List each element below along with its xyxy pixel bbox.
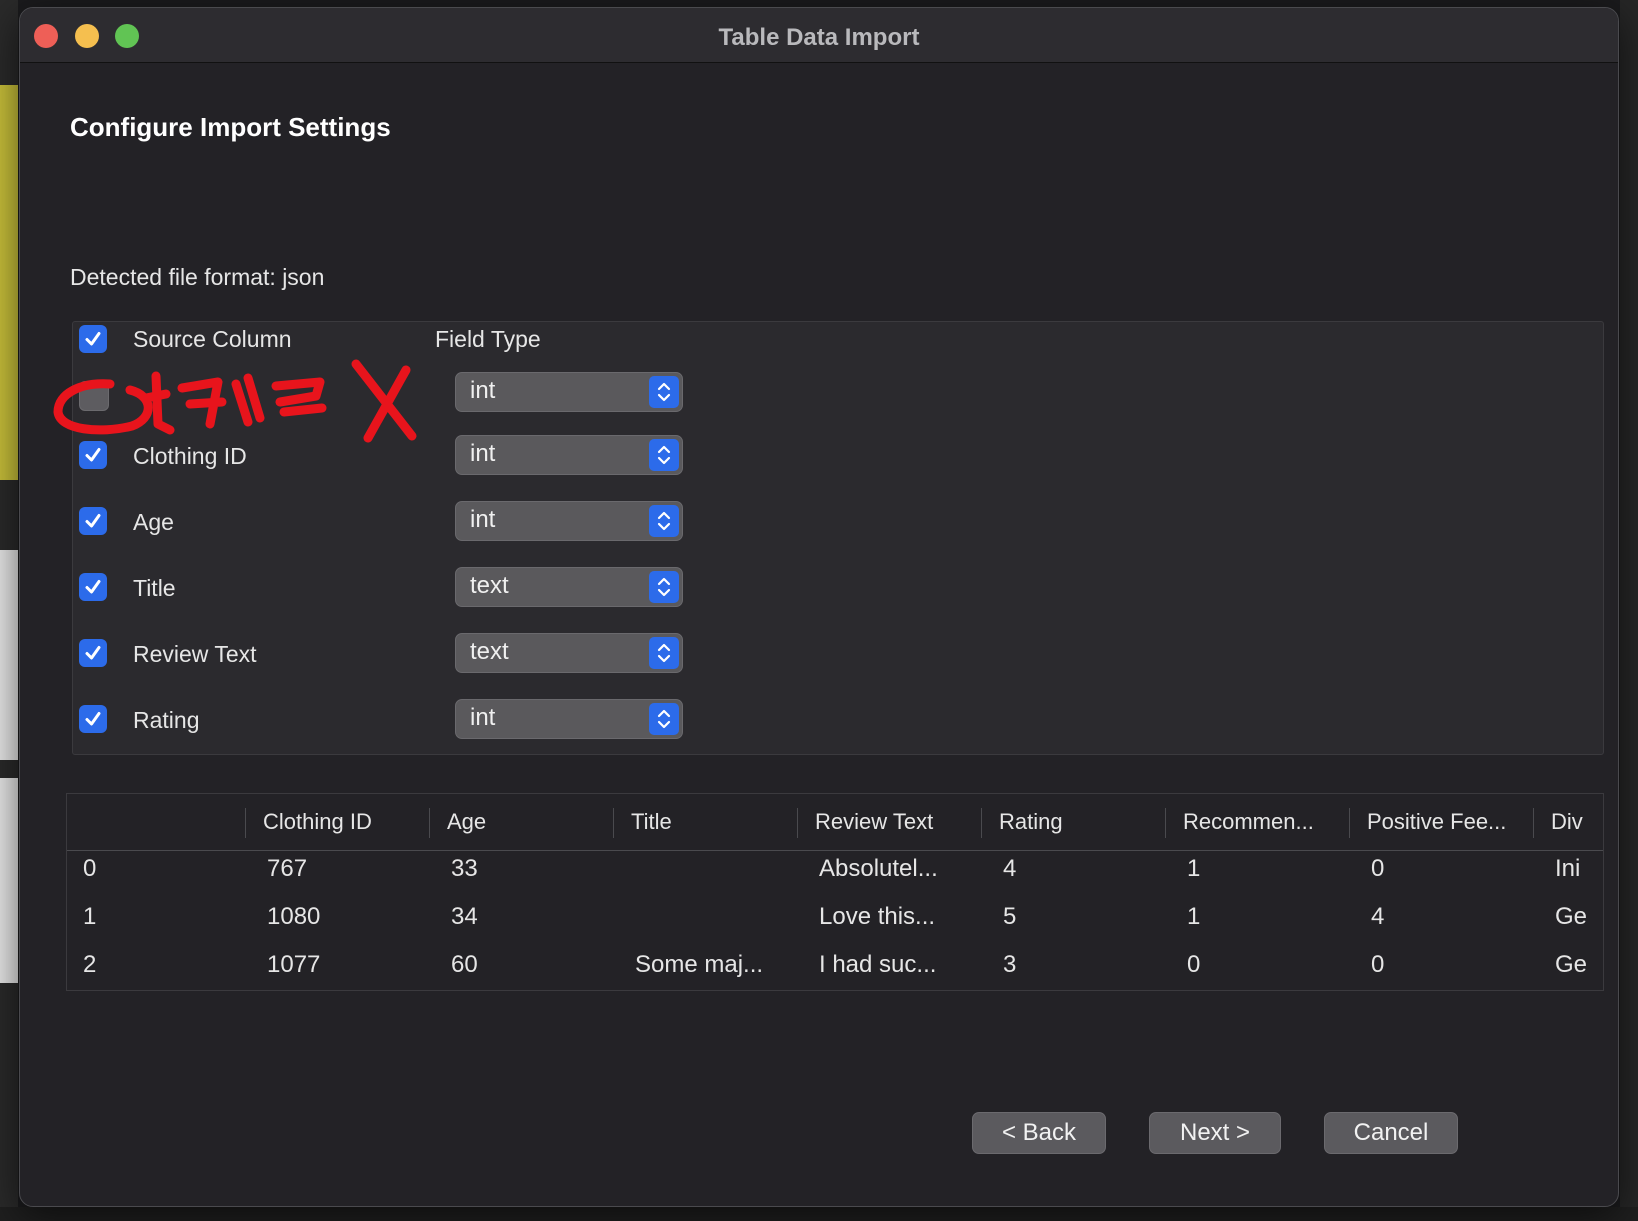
header-divider bbox=[67, 850, 1603, 851]
table-cell: 0 bbox=[1371, 951, 1385, 978]
table-cell: 60 bbox=[451, 951, 478, 978]
column-header[interactable] bbox=[79, 794, 229, 850]
cancel-button[interactable]: Cancel bbox=[1324, 1112, 1458, 1154]
field-type-header: Field Type bbox=[435, 326, 541, 352]
table-cell: 34 bbox=[451, 903, 478, 930]
field-checkbox[interactable] bbox=[79, 573, 107, 601]
back-button[interactable]: < Back bbox=[972, 1112, 1106, 1154]
field-type-value: int bbox=[470, 506, 496, 533]
column-separator bbox=[245, 808, 246, 838]
table-cell: 0 bbox=[1371, 855, 1385, 882]
next-button[interactable]: Next > bbox=[1149, 1112, 1281, 1154]
field-type-select[interactable]: int bbox=[455, 435, 683, 475]
table-cell: 0 bbox=[83, 855, 97, 882]
column-separator bbox=[981, 808, 982, 838]
import-dialog-window: Table Data Import Configure Import Setti… bbox=[19, 7, 1619, 1207]
chevron-updown-icon bbox=[649, 376, 679, 408]
background-app bbox=[0, 1207, 1638, 1221]
chevron-updown-icon bbox=[649, 571, 679, 603]
chevron-updown-icon bbox=[649, 637, 679, 669]
table-cell: 767 bbox=[267, 855, 308, 882]
column-separator bbox=[613, 808, 614, 838]
table-cell: 4 bbox=[1371, 903, 1385, 930]
background-panel bbox=[0, 550, 18, 760]
field-type-select[interactable]: text bbox=[455, 633, 683, 673]
field-label: Title bbox=[133, 575, 176, 601]
field-row: Age int bbox=[73, 501, 1603, 561]
table-cell: 5 bbox=[1003, 903, 1017, 930]
table-cell: 1 bbox=[83, 903, 97, 930]
table-cell: 1077 bbox=[267, 951, 321, 978]
window-title: Table Data Import bbox=[718, 24, 920, 51]
column-header[interactable]: Recommen... bbox=[1183, 794, 1343, 850]
checkmark-icon bbox=[85, 514, 101, 528]
column-header[interactable]: Positive Fee... bbox=[1367, 794, 1532, 850]
field-type-value: int bbox=[470, 377, 496, 404]
field-type-value: text bbox=[470, 572, 509, 599]
checkmark-icon bbox=[85, 580, 101, 594]
detected-format-label: Detected file format: json bbox=[70, 264, 325, 290]
background-panel bbox=[0, 85, 18, 480]
checkmark-icon bbox=[85, 646, 101, 660]
table-cell: 2 bbox=[83, 951, 97, 978]
column-header[interactable]: Title bbox=[631, 794, 791, 850]
background-app bbox=[1620, 0, 1638, 1221]
field-row: Title text bbox=[73, 567, 1603, 627]
select-all-checkbox[interactable] bbox=[79, 325, 107, 353]
table-cell: Love this... bbox=[819, 903, 936, 930]
field-type-value: int bbox=[470, 440, 496, 467]
table-cell: 4 bbox=[1003, 855, 1017, 882]
column-separator bbox=[1349, 808, 1350, 838]
background-panel bbox=[0, 778, 18, 983]
column-separator bbox=[797, 808, 798, 838]
table-cell: 1 bbox=[1187, 903, 1201, 930]
table-cell: 33 bbox=[451, 855, 478, 882]
field-checkbox[interactable] bbox=[79, 639, 107, 667]
chevron-updown-icon bbox=[649, 703, 679, 735]
column-separator bbox=[1165, 808, 1166, 838]
column-header[interactable]: Age bbox=[447, 794, 607, 850]
table-cell: 1 bbox=[1187, 855, 1201, 882]
column-separator bbox=[429, 808, 430, 838]
field-checkbox[interactable] bbox=[79, 507, 107, 535]
checkmark-icon bbox=[85, 332, 101, 346]
table-cell: Ini bbox=[1555, 855, 1581, 882]
column-header[interactable]: Rating bbox=[999, 794, 1159, 850]
table-cell: Ge bbox=[1555, 903, 1588, 930]
field-type-select[interactable]: int bbox=[455, 501, 683, 541]
field-row: Rating int bbox=[73, 699, 1603, 759]
field-type-select[interactable]: text bbox=[455, 567, 683, 607]
chevron-updown-icon bbox=[649, 505, 679, 537]
column-header[interactable]: Clothing ID bbox=[263, 794, 423, 850]
preview-table: Clothing ID Age Title Review Text Rating… bbox=[66, 793, 1604, 991]
checkmark-icon bbox=[85, 712, 101, 726]
table-cell: Absolutel... bbox=[819, 855, 938, 882]
field-type-value: text bbox=[470, 638, 509, 665]
field-type-select[interactable]: int bbox=[455, 372, 683, 412]
page-heading: Configure Import Settings bbox=[70, 112, 391, 142]
table-cell: I had suc... bbox=[819, 951, 937, 978]
table-cell: 1080 bbox=[267, 903, 321, 930]
table-cell: 0 bbox=[1187, 951, 1201, 978]
red-handwritten-annotation-icon bbox=[53, 359, 417, 443]
table-cell: Ge bbox=[1555, 951, 1588, 978]
title-bar: Table Data Import bbox=[20, 8, 1618, 63]
field-label: Review Text bbox=[133, 641, 257, 667]
column-header[interactable]: Div bbox=[1551, 794, 1603, 850]
field-type-select[interactable]: int bbox=[455, 699, 683, 739]
table-cell: 3 bbox=[1003, 951, 1017, 978]
field-type-value: int bbox=[470, 704, 496, 731]
field-checkbox[interactable] bbox=[79, 705, 107, 733]
field-row: Review Text text bbox=[73, 633, 1603, 693]
table-cell: Some maj... bbox=[635, 951, 764, 978]
column-header[interactable]: Review Text bbox=[815, 794, 975, 850]
column-separator bbox=[1533, 808, 1534, 838]
field-label: Age bbox=[133, 509, 174, 535]
chevron-updown-icon bbox=[649, 439, 679, 471]
field-label: Rating bbox=[133, 707, 200, 733]
source-column-header: Source Column bbox=[133, 326, 292, 352]
